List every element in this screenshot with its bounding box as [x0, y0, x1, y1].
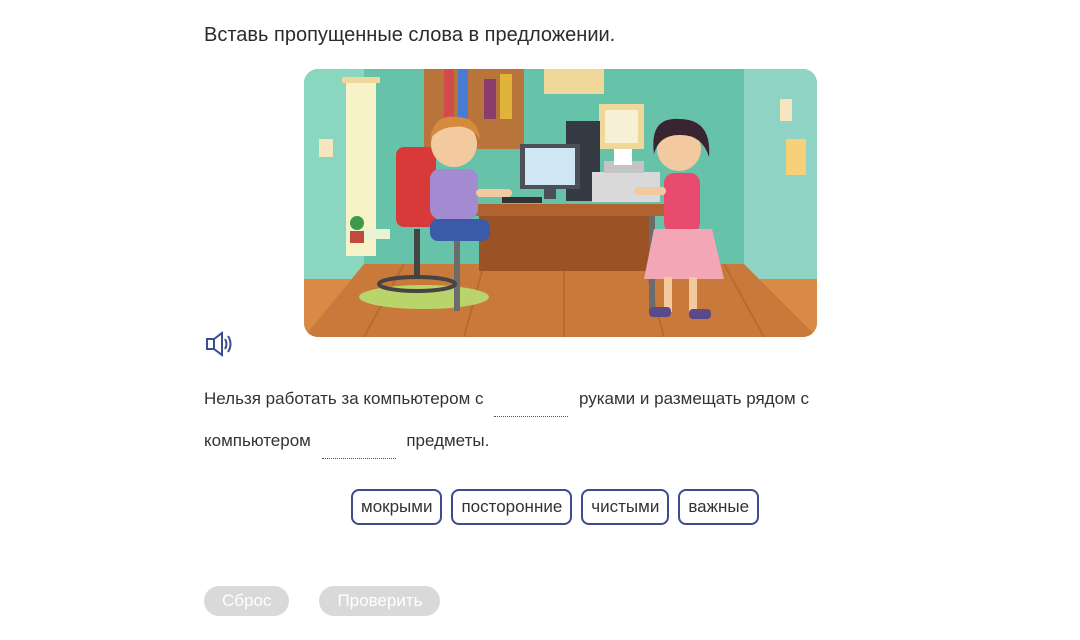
- sentence-text-4: предметы.: [406, 431, 490, 450]
- word-options: мокрыми посторонние чистыми важные: [351, 489, 760, 525]
- option-chip[interactable]: посторонние: [451, 489, 573, 525]
- children-computer-illustration: [304, 69, 817, 337]
- check-button[interactable]: Проверить: [319, 586, 441, 616]
- speaker-icon[interactable]: [204, 330, 236, 358]
- sentence-text-2: руками и размещать рядом с: [578, 389, 809, 408]
- option-chip[interactable]: чистыми: [581, 489, 670, 525]
- sentence-text-3: компьютером: [204, 431, 311, 450]
- blank-1[interactable]: [494, 394, 569, 418]
- action-buttons: Сброс Проверить: [204, 586, 441, 616]
- blank-2[interactable]: [321, 436, 396, 460]
- sentence-text-1: Нельзя работать за компьютером с: [204, 389, 484, 408]
- reset-button[interactable]: Сброс: [204, 586, 290, 616]
- option-chip[interactable]: важные: [678, 489, 760, 525]
- task-title: Вставь пропущенные слова в предложении.: [204, 24, 616, 46]
- sentence: Нельзя работать за компьютером с руками …: [204, 378, 864, 462]
- option-chip[interactable]: мокрыми: [351, 489, 443, 525]
